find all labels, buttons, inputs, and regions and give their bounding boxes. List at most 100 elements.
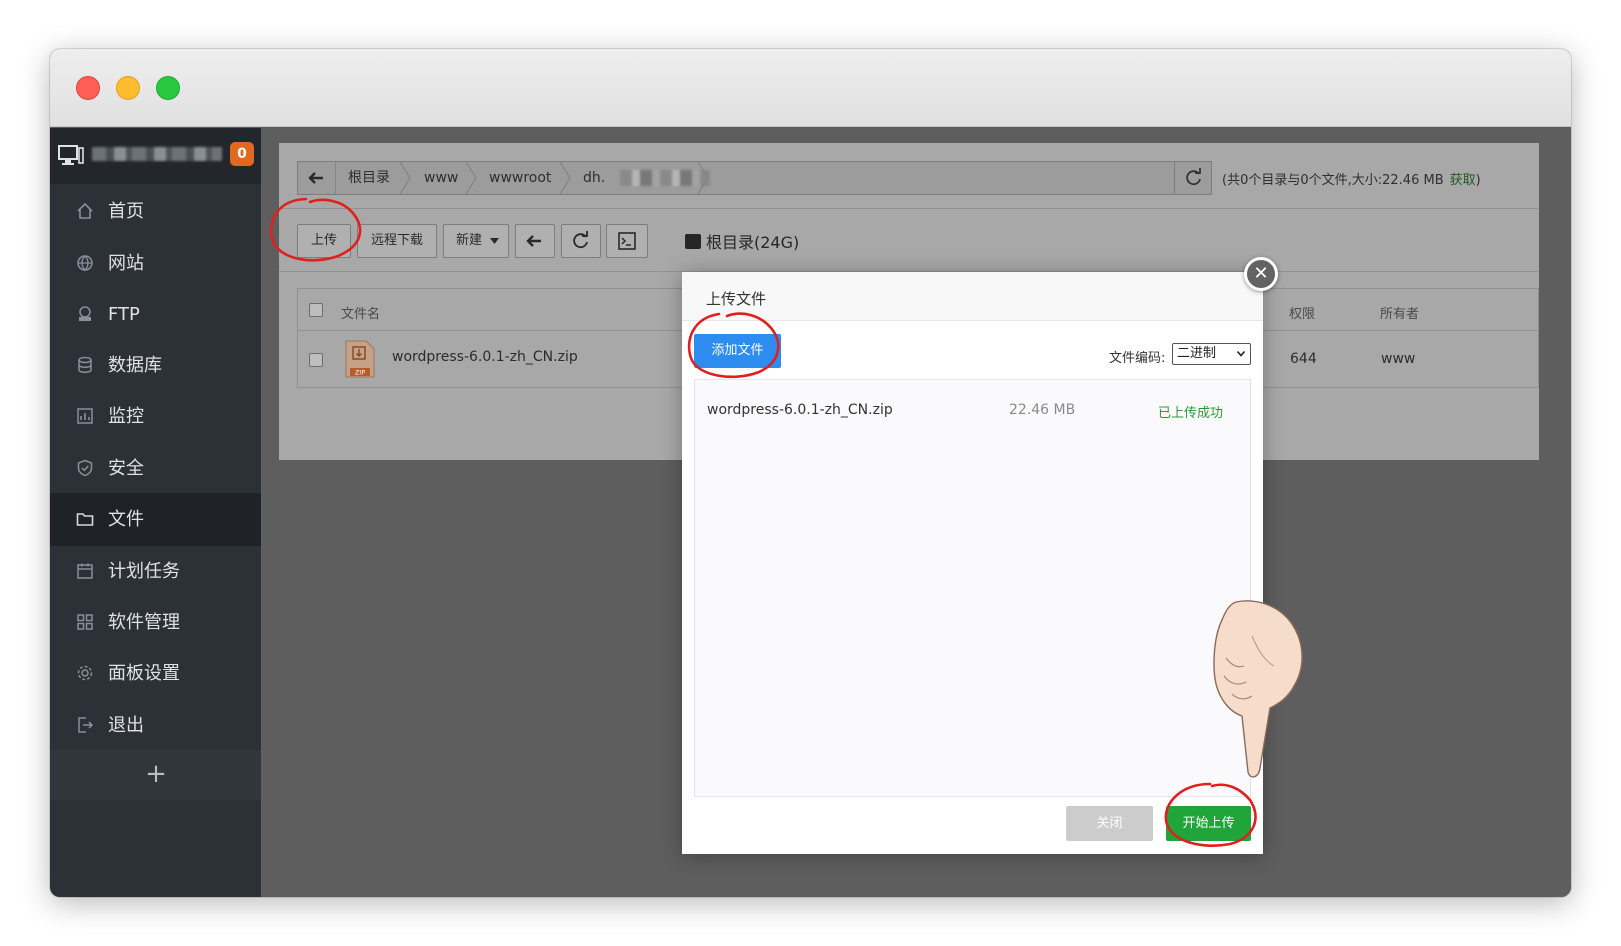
sidebar-item-label: 软件管理 — [108, 612, 180, 633]
disk-label: 根目录(24G) — [706, 233, 800, 252]
sidebar: 0 首页 网站 FTP 数据库 监控 安全 文件 计划任务 软件管理 面板设置 … — [50, 128, 261, 897]
sidebar-item-cron[interactable]: 计划任务 — [50, 545, 261, 598]
sidebar-item-label: 退出 — [108, 715, 144, 736]
breadcrumb-back-button[interactable] — [298, 162, 336, 194]
sidebar-item-label: 安全 — [108, 458, 144, 479]
column-header-name[interactable]: 文件名 — [341, 303, 380, 322]
globe-icon — [77, 255, 93, 271]
select-all-checkbox[interactable] — [309, 303, 323, 317]
remote-download-button[interactable]: 远程下载 — [357, 224, 437, 258]
breadcrumb-chevron-icon — [697, 162, 709, 194]
sidebar-item-label: 首页 — [108, 201, 144, 222]
gear-icon — [77, 665, 93, 681]
breadcrumb-chevron-icon — [465, 162, 477, 194]
upload-file-size: 22.46 MB — [1009, 402, 1076, 418]
sidebar-item-label: 网站 — [108, 253, 144, 274]
upload-file-list: wordpress-6.0.1-zh_CN.zip 22.46 MB 已上传成功 — [694, 379, 1251, 797]
breadcrumb: 根目录 www wwwroot dh. — [297, 161, 1175, 195]
terminal-icon — [618, 232, 636, 250]
sidebar-item-label: 监控 — [108, 406, 144, 427]
database-icon — [78, 356, 92, 373]
home-icon — [77, 202, 93, 219]
encoding-label: 文件编码: — [1109, 351, 1166, 366]
file-name[interactable]: wordpress-6.0.1-zh_CN.zip — [392, 349, 578, 365]
upload-file-name: wordpress-6.0.1-zh_CN.zip — [707, 402, 893, 418]
zip-icon-label: ZIP — [355, 369, 365, 377]
sidebar-item-label: 文件 — [108, 509, 144, 530]
zip-file-icon: ZIP — [345, 340, 375, 378]
close-button[interactable]: 关闭 — [1066, 806, 1153, 841]
dialog-close-icon[interactable]: ✕ — [1244, 257, 1278, 291]
window-titlebar — [50, 49, 1571, 127]
sidebar-item-security[interactable]: 安全 — [50, 442, 261, 495]
encoding-value: 二进制 — [1177, 346, 1217, 361]
encoding-select[interactable]: 二进制 — [1172, 343, 1251, 365]
dialog-titlebar: 上传文件 — [682, 272, 1263, 321]
monitor-chart-icon — [77, 408, 93, 424]
ftp-icon — [79, 306, 91, 321]
sidebar-add-area: + — [50, 750, 261, 800]
dialog-title: 上传文件 — [706, 290, 767, 308]
arrow-left-icon — [308, 172, 323, 184]
fetch-size-link[interactable]: 获取 — [1450, 173, 1476, 188]
row-checkbox[interactable] — [309, 353, 323, 367]
breadcrumb-item-site[interactable]: dh. — [583, 162, 605, 194]
new-dropdown-button[interactable]: 新建 — [443, 224, 509, 258]
sidebar-item-logout[interactable]: 退出 — [50, 699, 261, 752]
add-file-button[interactable]: 添加文件 — [694, 334, 781, 368]
directory-summary: (共0个目录与0个文件,大小:22.46 MB 获取) — [1222, 169, 1481, 188]
column-header-owner[interactable]: 所有者 — [1380, 303, 1419, 322]
refresh-button[interactable] — [561, 224, 601, 258]
sidebar-header: 0 — [50, 128, 261, 184]
hard-disk-icon — [685, 234, 701, 249]
sidebar-item-label: 数据库 — [108, 355, 162, 376]
new-label: 新建 — [456, 233, 483, 248]
close-window-button[interactable] — [76, 76, 100, 100]
breadcrumb-item-wwwroot[interactable]: wwwroot — [489, 162, 551, 194]
terminal-button[interactable] — [606, 224, 648, 258]
start-upload-button[interactable]: 开始上传 — [1166, 806, 1251, 841]
upload-button[interactable]: 上传 — [297, 224, 351, 258]
sidebar-item-database[interactable]: 数据库 — [50, 339, 261, 392]
maximize-window-button[interactable] — [156, 76, 180, 100]
back-button[interactable] — [515, 224, 555, 258]
sidebar-item-monitor[interactable]: 监控 — [50, 390, 261, 443]
sidebar-item-ftp[interactable]: FTP — [50, 288, 261, 341]
calendar-icon — [77, 563, 93, 579]
grid-icon — [77, 614, 93, 630]
disk-info: 根目录(24G) — [685, 229, 799, 253]
sidebar-item-label: FTP — [108, 304, 140, 325]
refresh-icon — [573, 231, 588, 249]
breadcrumb-chevron-icon — [559, 162, 571, 194]
notification-badge[interactable]: 0 — [230, 142, 254, 166]
minimize-window-button[interactable] — [116, 76, 140, 100]
summary-text: (共0个目录与0个文件,大小:22.46 MB — [1222, 173, 1444, 188]
sidebar-item-home[interactable]: 首页 — [50, 185, 261, 238]
arrow-left-icon — [526, 235, 541, 247]
sidebar-item-label: 面板设置 — [108, 663, 180, 684]
sidebar-item-website[interactable]: 网站 — [50, 237, 261, 290]
server-monitor-icon — [58, 145, 84, 165]
file-owner: www — [1381, 351, 1416, 367]
upload-dialog: 上传文件 添加文件 文件编码: 二进制 wordpress-6.0.1-zh_C… — [682, 272, 1263, 854]
file-permission: 644 — [1290, 351, 1317, 367]
sidebar-item-software[interactable]: 软件管理 — [50, 596, 261, 649]
sidebar-item-files[interactable]: 文件 — [50, 493, 261, 546]
sidebar-item-settings[interactable]: 面板设置 — [50, 647, 261, 700]
breadcrumb-chevron-icon — [399, 162, 411, 194]
breadcrumb-item-root[interactable]: 根目录 — [348, 162, 390, 194]
add-shortcut-button[interactable]: + — [136, 756, 176, 792]
column-header-permission[interactable]: 权限 — [1289, 303, 1315, 322]
folder-icon — [76, 513, 94, 526]
logout-icon — [78, 717, 94, 733]
breadcrumb-item-www[interactable]: www — [424, 162, 458, 194]
refresh-icon — [1186, 168, 1201, 186]
path-refresh-button[interactable] — [1174, 161, 1212, 195]
chevron-down-icon — [1237, 351, 1245, 357]
caret-down-icon — [490, 238, 499, 244]
server-name-redacted — [92, 147, 222, 161]
upload-file-status: 已上传成功 — [1158, 406, 1224, 421]
sidebar-item-label: 计划任务 — [108, 561, 180, 582]
summary-close: ) — [1475, 173, 1481, 188]
shield-icon — [77, 459, 93, 477]
